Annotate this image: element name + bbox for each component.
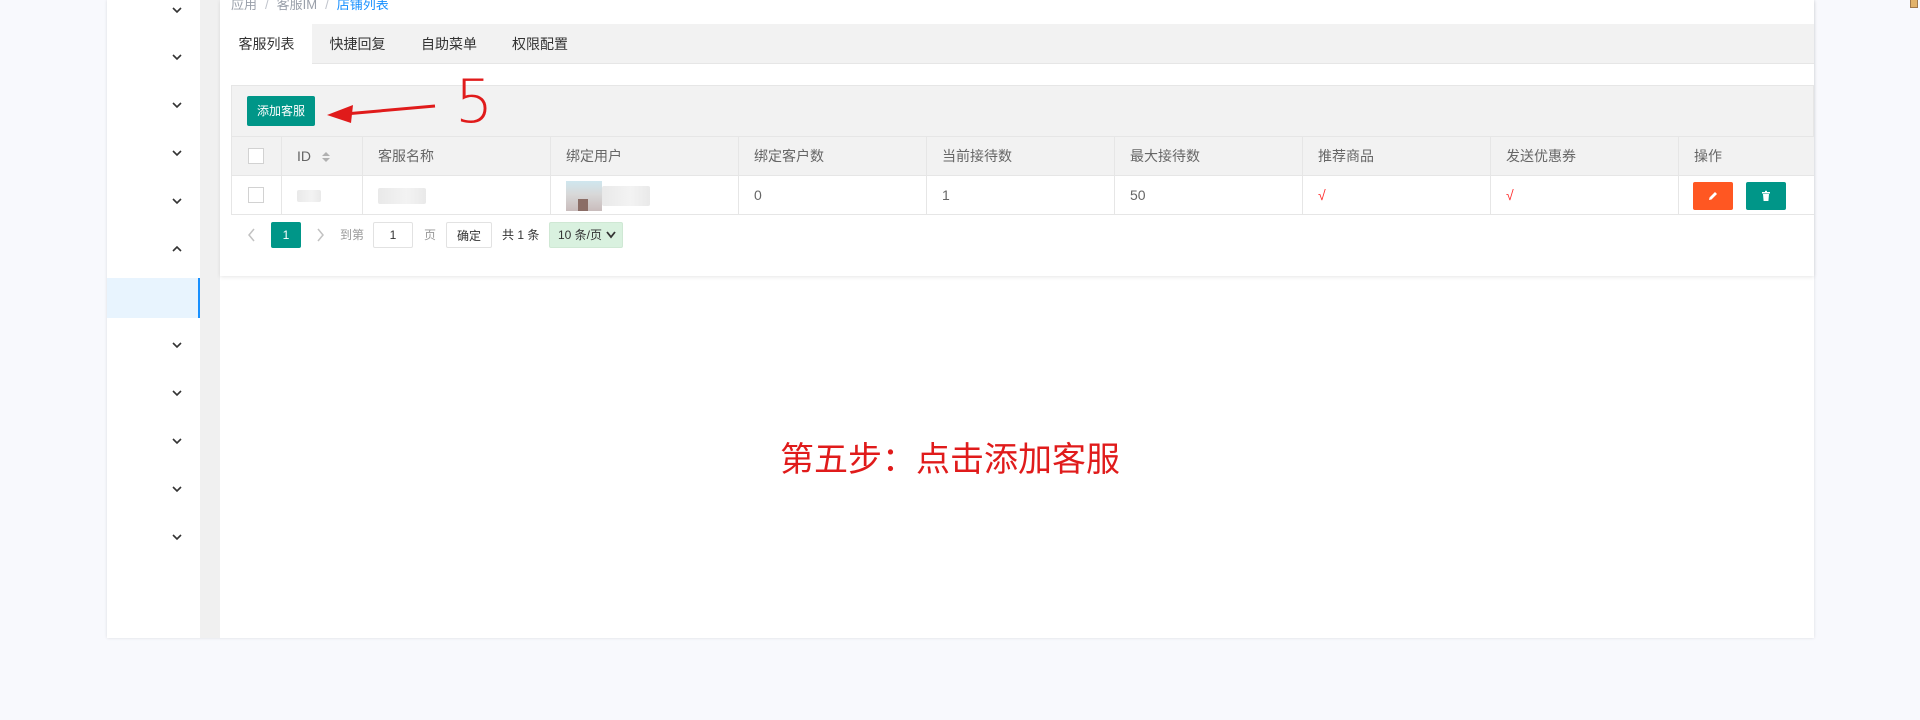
sidebar-item-7[interactable] (107, 325, 200, 365)
header-bind-customers: 绑定客户数 (739, 137, 927, 176)
table-header: ID 客服名称 绑定用户 绑定客户数 当前接待数 最大接待数 推荐商品 发送优惠… (232, 137, 1814, 176)
sidebar-item-8[interactable] (107, 373, 200, 413)
corner-indicator (1910, 0, 1918, 8)
sidebar-item-2[interactable] (107, 37, 200, 77)
breadcrumb-item-app[interactable]: 应用 (231, 0, 257, 12)
header-current-reception: 当前接待数 (927, 137, 1115, 176)
breadcrumb-separator: / (265, 0, 269, 12)
sidebar (107, 0, 200, 638)
sidebar-item-9[interactable] (107, 421, 200, 461)
row-checkbox[interactable] (248, 187, 264, 204)
service-table: ID 客服名称 绑定用户 绑定客户数 当前接待数 最大接待数 推荐商品 发送优惠… (231, 137, 1814, 215)
sidebar-subitem-active[interactable] (107, 278, 200, 318)
prev-page-icon[interactable] (246, 227, 258, 243)
sidebar-item-5[interactable] (107, 181, 200, 221)
row-send-coupon: √ (1491, 176, 1679, 215)
header-service-name: 客服名称 (363, 137, 551, 176)
annotation-arrow (327, 104, 436, 123)
header-bind-user: 绑定用户 (551, 137, 739, 176)
breadcrumb-item-current: 店铺列表 (336, 0, 389, 12)
chevron-down-icon (172, 150, 182, 157)
annotation-step-number: 5 (455, 67, 494, 137)
row-service-name-blurred (363, 176, 551, 215)
header-send-coupon: 发送优惠券 (1491, 137, 1679, 176)
recommend-check-mark: √ (1318, 187, 1326, 203)
header-id[interactable]: ID (282, 137, 363, 176)
row-recommend-goods: √ (1303, 176, 1491, 215)
goto-label: 到第 (340, 228, 365, 242)
breadcrumb: 应用 / 客服IM / 店铺列表 (231, 0, 389, 13)
coupon-check-mark: √ (1506, 187, 1514, 203)
chevron-down-icon (172, 342, 182, 349)
avatar (566, 181, 602, 212)
next-page-icon[interactable] (314, 227, 326, 243)
row-id-blurred (282, 176, 363, 215)
goto-page-input[interactable] (373, 222, 413, 248)
sort-icon[interactable] (321, 151, 331, 163)
chevron-down-icon (172, 534, 182, 541)
chevron-down-icon (172, 7, 182, 14)
row-bind-customers: 0 (739, 176, 927, 215)
row-current-reception: 1 (927, 176, 1115, 215)
row-checkbox-cell (232, 176, 282, 215)
page-suffix-label: 页 (424, 228, 437, 242)
page-size-value: 10 条/页 (558, 228, 603, 242)
add-service-button[interactable]: 添加客服 (247, 96, 315, 126)
pencil-icon (1709, 192, 1717, 200)
header-recommend-goods: 推荐商品 (1303, 137, 1491, 176)
chevron-down-icon (172, 486, 182, 493)
breadcrumb-separator: / (325, 0, 329, 12)
row-bind-user (551, 176, 739, 215)
delete-button[interactable] (1746, 182, 1786, 210)
page-number-current[interactable]: 1 (271, 222, 301, 248)
chevron-down-icon (606, 231, 616, 239)
header-actions: 操作 (1694, 148, 1722, 164)
table-row: 0 1 50 √ √ (232, 176, 1814, 215)
tab-self-service-menu[interactable]: 自助菜单 (403, 24, 495, 64)
goto-confirm-button[interactable]: 确定 (446, 222, 492, 248)
breadcrumb-item-im[interactable]: 客服IM (277, 0, 317, 12)
blurred-user-name (602, 186, 650, 207)
blurred-id (297, 190, 321, 203)
edit-button[interactable] (1693, 182, 1733, 210)
tab-service-list[interactable]: 客服列表 (221, 24, 312, 65)
row-max-reception: 50 (1115, 176, 1303, 215)
sidebar-item-6-expanded[interactable] (107, 229, 200, 269)
chevron-down-icon (172, 438, 182, 445)
chevron-up-icon (172, 245, 182, 252)
header-id-label: ID (297, 148, 311, 164)
header-checkbox-cell (232, 137, 282, 176)
sidebar-item-1[interactable] (107, 0, 200, 30)
chevron-down-icon (172, 390, 182, 397)
page-size-select[interactable]: 10 条/页 (549, 222, 623, 248)
header-max-reception: 最大接待数 (1115, 137, 1303, 176)
blurred-name (378, 188, 426, 205)
sidebar-item-10[interactable] (107, 469, 200, 509)
sidebar-divider (200, 0, 220, 638)
sidebar-item-11[interactable] (107, 517, 200, 557)
select-all-checkbox[interactable] (248, 148, 264, 165)
chevron-down-icon (172, 198, 182, 205)
tab-permission-config[interactable]: 权限配置 (495, 24, 585, 64)
tab-bar: 客服列表 快捷回复 自助菜单 权限配置 (221, 24, 1814, 65)
tab-quick-reply[interactable]: 快捷回复 (312, 24, 403, 64)
sidebar-item-3[interactable] (107, 85, 200, 125)
trash-icon (1762, 190, 1770, 201)
total-count-label: 共 1 条 (502, 228, 540, 242)
chevron-down-icon (172, 102, 182, 109)
sidebar-item-4[interactable] (107, 133, 200, 173)
annotation-step-text: 第五步：点击添加客服 (780, 440, 1120, 480)
chevron-down-icon (172, 54, 182, 61)
